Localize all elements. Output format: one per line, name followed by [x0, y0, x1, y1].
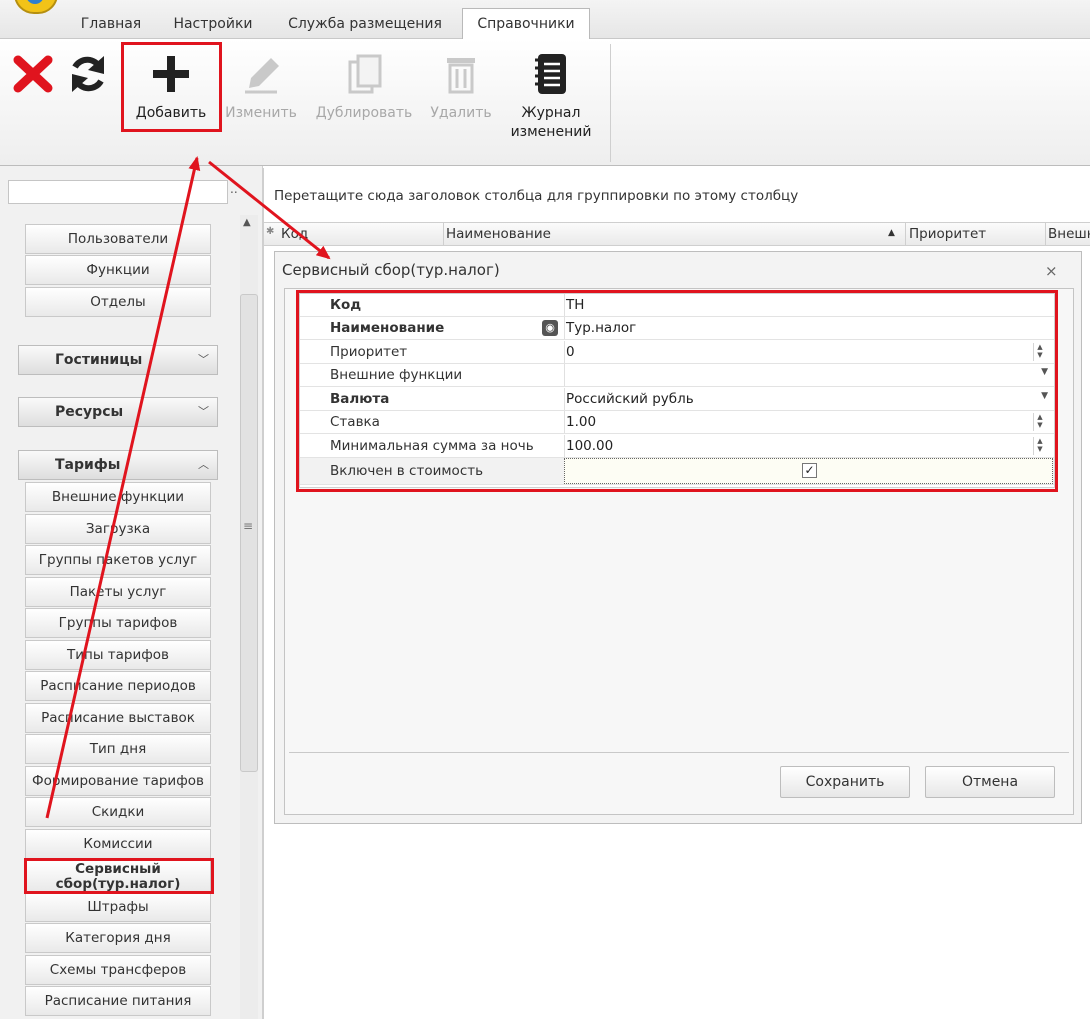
navigation-search-input[interactable] [8, 180, 228, 204]
nav-item-day-type[interactable]: Тип дня [25, 734, 211, 764]
trash-icon [447, 58, 475, 94]
nav-group-tariffs-label: Тарифы [55, 457, 121, 473]
nav-item-tariff-groups[interactable]: Группы тарифов [25, 608, 211, 638]
nav-item-period-schedule[interactable]: Расписание периодов [25, 671, 211, 701]
nav-item-tariff-types[interactable]: Типы тарифов [25, 640, 211, 670]
chevron-down-icon: ﹀ [198, 405, 209, 418]
nav-item-external-functions[interactable]: Внешние функции [25, 482, 211, 512]
nav-group-hotels-label: Гостиницы [55, 352, 143, 368]
nav-scrollbar-thumb[interactable] [240, 294, 258, 772]
tab-references[interactable]: Справочники [462, 8, 590, 39]
nav-item-departments[interactable]: Отделы [25, 287, 211, 317]
journal-button-label-2: изменений [510, 124, 592, 140]
nav-item-functions[interactable]: Функции [25, 255, 211, 285]
nav-item-penalties[interactable]: Штрафы [25, 892, 211, 922]
col-divider [1045, 223, 1046, 245]
tab-accommodation[interactable]: Служба размещения [274, 11, 456, 37]
col-code[interactable]: Код [281, 226, 308, 242]
nav-item-exhibition-schedule[interactable]: Расписание выставок [25, 703, 211, 733]
duplicate-button-label: Дублировать [315, 105, 413, 121]
highlight-property-grid [296, 290, 1058, 492]
nav-group-hotels[interactable]: Гостиницы ﹀ [18, 345, 218, 375]
tab-settings[interactable]: Настройки [162, 11, 264, 37]
dialog-footer-divider [289, 752, 1069, 753]
new-row-icon: ✱ [266, 226, 275, 237]
journal-button-label-1: Журнал [521, 105, 581, 121]
nav-item-day-category[interactable]: Категория дня [25, 923, 211, 953]
cancel-button[interactable]: Отмена [925, 766, 1055, 798]
close-icon[interactable] [12, 54, 54, 94]
search-options-button[interactable]: .. [230, 182, 238, 196]
tab-main[interactable]: Главная [70, 11, 152, 37]
group-by-hint: Перетащите сюда заголовок столбца для гр… [274, 188, 799, 204]
refresh-icon[interactable] [66, 52, 110, 96]
edit-button[interactable]: Изменить [222, 52, 300, 123]
save-button[interactable]: Сохранить [780, 766, 910, 798]
sort-asc-icon: ▲ [888, 228, 895, 238]
copy-icon [348, 54, 382, 94]
nav-item-tariff-forming[interactable]: Формирование тарифов [25, 766, 211, 796]
nav-item-meal-schedule[interactable]: Расписание питания [25, 986, 211, 1016]
highlight-add-button [121, 42, 222, 132]
chevron-down-icon: ﹀ [198, 353, 209, 366]
change-journal-button[interactable]: Журнал изменений [506, 52, 596, 142]
grid-header: ✱ Код Наименование ▲ Приоритет Внешн [264, 222, 1090, 246]
delete-button[interactable]: Удалить [424, 52, 498, 123]
col-divider [443, 223, 444, 245]
nav-group-resources-label: Ресурсы [55, 404, 124, 420]
nav-item-load[interactable]: Загрузка [25, 514, 211, 544]
grip-icon: ≡ [243, 519, 254, 533]
col-divider [905, 223, 906, 245]
journal-icon [535, 54, 566, 94]
close-icon[interactable]: ⨯ [1045, 262, 1058, 280]
nav-group-tariffs[interactable]: Тарифы ︿ [18, 450, 218, 480]
nav-item-commissions[interactable]: Комиссии [25, 829, 211, 859]
scroll-up-icon[interactable]: ▲ [243, 217, 251, 228]
duplicate-button[interactable]: Дублировать [314, 52, 414, 123]
nav-item-transfer-schemes[interactable]: Схемы трансферов [25, 955, 211, 985]
nav-group-resources[interactable]: Ресурсы ﹀ [18, 397, 218, 427]
col-priority[interactable]: Приоритет [909, 226, 986, 242]
delete-button-label: Удалить [430, 105, 492, 121]
dialog-title: Сервисный сбор(тур.налог) [282, 261, 500, 279]
pencil-icon [245, 58, 279, 94]
col-external[interactable]: Внешн [1048, 226, 1090, 242]
main-left-border [263, 168, 264, 1019]
col-name[interactable]: Наименование [446, 226, 551, 242]
nav-item-service-package-groups[interactable]: Группы пакетов услуг [25, 545, 211, 575]
ribbon-divider [610, 44, 611, 162]
edit-button-label: Изменить [225, 105, 297, 121]
nav-item-users[interactable]: Пользователи [25, 224, 211, 254]
highlight-service-fee-item [24, 858, 214, 894]
nav-item-service-packages[interactable]: Пакеты услуг [25, 577, 211, 607]
nav-item-discounts[interactable]: Скидки [25, 797, 211, 827]
chevron-up-icon: ︿ [198, 458, 209, 471]
